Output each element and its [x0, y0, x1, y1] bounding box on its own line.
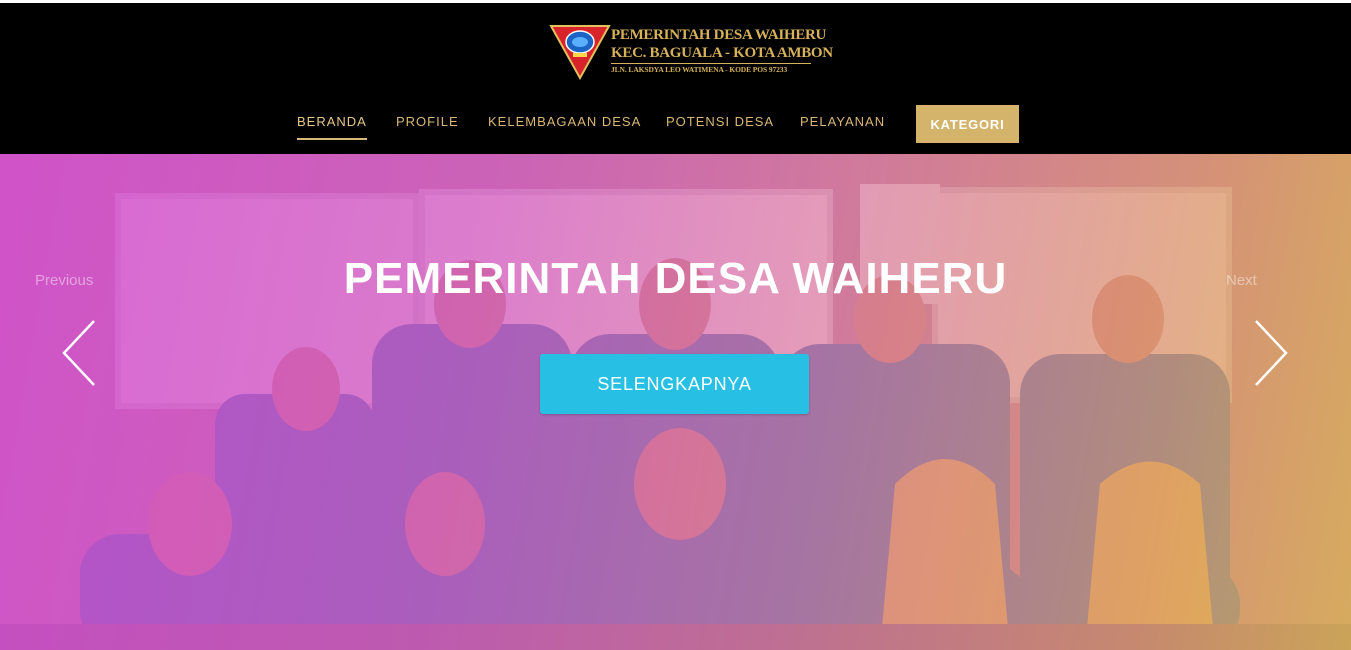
brand-text: PEMERINTAH DESA WAIHERU KEC. BAGUALA - K… [611, 26, 833, 75]
nav-item-profile[interactable]: PROFILE [396, 114, 459, 130]
selengkapnya-button[interactable]: SELENGKAPNYA [540, 354, 809, 414]
hero-title-text: PEMERINTAH DESA WAIHERU [343, 254, 1008, 303]
brand-subtitle: KEC. BAGUALA - KOTA AMBON [611, 44, 833, 64]
shield-emblem-icon [549, 25, 611, 80]
site-header: PEMERINTAH DESA WAIHERU KEC. BAGUALA - K… [0, 3, 1351, 154]
active-underline [297, 138, 367, 140]
chevron-left-icon[interactable] [60, 318, 100, 388]
nav-item-potensi-desa[interactable]: POTENSI DESA [666, 114, 774, 130]
nav-item-label: BERANDA [297, 114, 367, 129]
hero-title: PEMERINTAH DESA WAIHERU [0, 254, 1351, 304]
brand-address: JLN. LAKSDYA LEO WATIMENA - KODE POS 972… [611, 65, 788, 74]
main-nav: BERANDA PROFILE KELEMBAGAAN DESA POTENSI… [0, 103, 1351, 147]
brand-logo-link[interactable]: PEMERINTAH DESA WAIHERU KEC. BAGUALA - K… [549, 22, 833, 86]
brand-title: PEMERINTAH DESA WAIHERU [611, 27, 827, 43]
hero-carousel: Previous Next PEMERINTAH DESA WAIHERU SE… [0, 154, 1351, 650]
chevron-right-icon[interactable] [1250, 318, 1290, 388]
kategori-button[interactable]: KATEGORI [916, 105, 1019, 143]
nav-item-kelembagaan-desa[interactable]: KELEMBAGAAN DESA [488, 114, 641, 130]
nav-item-beranda[interactable]: BERANDA [297, 114, 367, 140]
nav-item-pelayanan[interactable]: PELAYANAN [800, 114, 885, 130]
page: PEMERINTAH DESA WAIHERU KEC. BAGUALA - K… [0, 0, 1351, 650]
